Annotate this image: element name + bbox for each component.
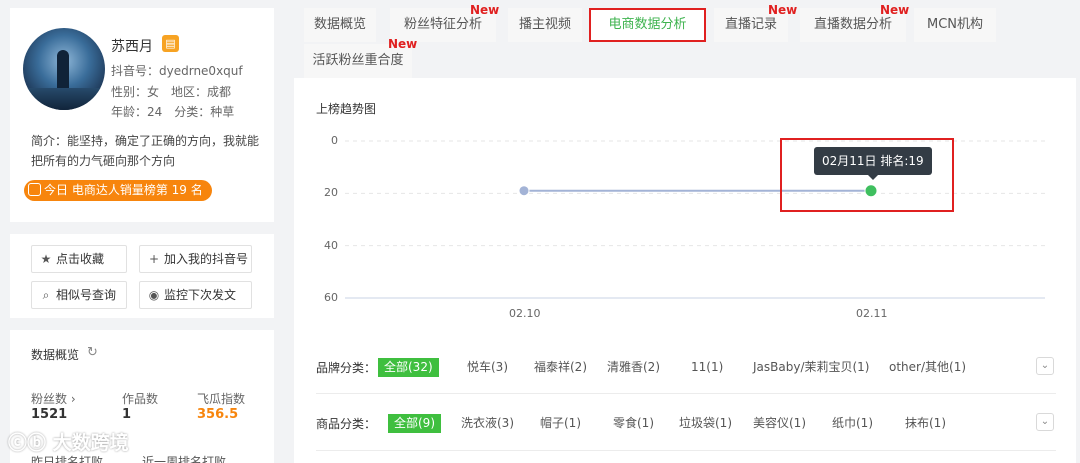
brand-filter-chip[interactable]: other/其他(1) xyxy=(883,358,972,377)
watermark-text: 大数跨境 xyxy=(52,432,129,454)
y-tick-label: 60 xyxy=(324,291,338,304)
chart-tooltip: 02月11日 排名:19 xyxy=(814,147,932,180)
index-label: 飞瓜指数 xyxy=(197,392,246,406)
y-tick-label: 40 xyxy=(324,238,338,252)
tab-videos[interactable]: 播主视频 xyxy=(508,8,582,42)
watermark-logo-icon: ⓒⓑ xyxy=(8,432,47,454)
fans-label[interactable]: 粉丝数 › xyxy=(31,390,76,407)
shop-badge-icon: ▤ xyxy=(162,35,179,52)
monitor-icon: ◉ xyxy=(148,288,160,302)
brand-filter-chip[interactable]: 悦车(3) xyxy=(461,358,514,377)
divider xyxy=(316,393,1056,394)
douyin-id: 抖音号：dyedrne0xquf xyxy=(111,64,243,78)
product-filter-chip[interactable]: 帽子(1) xyxy=(534,414,587,433)
add-account-button[interactable]: + 加入我的抖音号 xyxy=(139,245,252,273)
y-tick-label: 20 xyxy=(324,186,338,200)
brand-filter-chip[interactable]: 11(1) xyxy=(685,358,729,377)
product-filter-label: 商品分类： xyxy=(316,417,377,431)
works-value: 1 xyxy=(122,407,132,422)
favorite-label: 点击收藏 xyxy=(56,252,105,266)
chart-title: 上榜趋势图 xyxy=(316,102,377,116)
product-filter-chip[interactable]: 抹布(1) xyxy=(899,414,952,433)
week-rank-label: 近一周排名打败 xyxy=(142,455,227,463)
rank-text: 今日 电商达人销量榜第 19 名 xyxy=(44,183,203,197)
plus-icon: + xyxy=(148,252,160,266)
search-icon: ⌕ xyxy=(42,288,50,302)
similar-search-label: 相似号查询 xyxy=(56,288,117,302)
tab-ecommerce[interactable]: 电商数据分析 xyxy=(589,8,706,42)
avatar-figure xyxy=(57,50,69,90)
fans-value: 1521 xyxy=(31,407,68,422)
brand-filter-chip[interactable]: 全部(32) xyxy=(378,358,439,377)
product-expand-button[interactable]: ⌄ xyxy=(1036,413,1054,431)
x-tick-label: 02.11 xyxy=(856,307,888,320)
tooltip-text: 02月11日 排名:19 xyxy=(822,154,924,168)
new-badge: New xyxy=(470,3,500,17)
favorite-button[interactable]: ★ 点击收藏 xyxy=(31,245,127,273)
product-filter-chip[interactable]: 零食(1) xyxy=(607,414,660,433)
new-badge: New xyxy=(388,37,418,51)
monitor-label: 监控下次发文 xyxy=(164,288,237,302)
product-filter-chip[interactable]: 纸巾(1) xyxy=(826,414,879,433)
tab-overview[interactable]: 数据概览 xyxy=(304,8,376,42)
divider xyxy=(10,222,274,234)
product-filter-chip[interactable]: 洗衣液(3) xyxy=(455,414,520,433)
overview-title: 数据概览 xyxy=(31,348,80,362)
gender-region: 性别：女 地区：成都 xyxy=(111,85,232,99)
profile-bio: 简介：能坚持，确定了正确的方向，我就能把所有的力气砸向那个方向 xyxy=(31,134,260,168)
new-badge: New xyxy=(768,3,798,17)
tab-mcn[interactable]: MCN机构 xyxy=(914,8,996,42)
brand-expand-button[interactable]: ⌄ xyxy=(1036,357,1054,375)
profile-name: 苏西月 xyxy=(111,39,153,55)
rank-badge[interactable]: 今日 电商达人销量榜第 19 名 xyxy=(24,180,212,201)
index-value: 356.5 xyxy=(197,407,239,422)
avatar-ground xyxy=(23,88,105,110)
product-filter-chip[interactable]: 垃圾袋(1) xyxy=(673,414,738,433)
divider xyxy=(10,318,274,330)
works-label: 作品数 xyxy=(122,392,159,406)
ecommerce-card xyxy=(294,78,1076,463)
brand-filter-chip[interactable]: 福泰祥(2) xyxy=(528,358,593,377)
watermark: ⓒⓑ 大数跨境 xyxy=(8,428,129,455)
product-filter-chip[interactable]: 全部(9) xyxy=(388,414,441,433)
divider xyxy=(316,450,1056,451)
refresh-icon[interactable]: ↻ xyxy=(87,345,98,360)
similar-search-button[interactable]: ⌕ 相似号查询 xyxy=(31,281,127,309)
avatar xyxy=(23,28,105,110)
brand-filter-chip[interactable]: JasBaby/茉莉宝贝(1) xyxy=(747,358,876,377)
brand-filter-chip[interactable]: 清雅香(2) xyxy=(601,358,666,377)
brand-filter-label: 品牌分类： xyxy=(316,361,377,375)
x-tick-label: 02.10 xyxy=(509,307,541,320)
rank-icon xyxy=(28,183,41,196)
age-category: 年龄：24 分类：种草 xyxy=(111,105,235,119)
y-tick-label: 0 xyxy=(331,134,338,147)
add-account-label: 加入我的抖音号 xyxy=(164,252,249,266)
new-badge: New xyxy=(880,3,910,17)
star-icon: ★ xyxy=(40,252,52,266)
product-filter-chip[interactable]: 美容仪(1) xyxy=(747,414,812,433)
monitor-button[interactable]: ◉ 监控下次发文 xyxy=(139,281,252,309)
tooltip-arrow xyxy=(867,175,878,180)
